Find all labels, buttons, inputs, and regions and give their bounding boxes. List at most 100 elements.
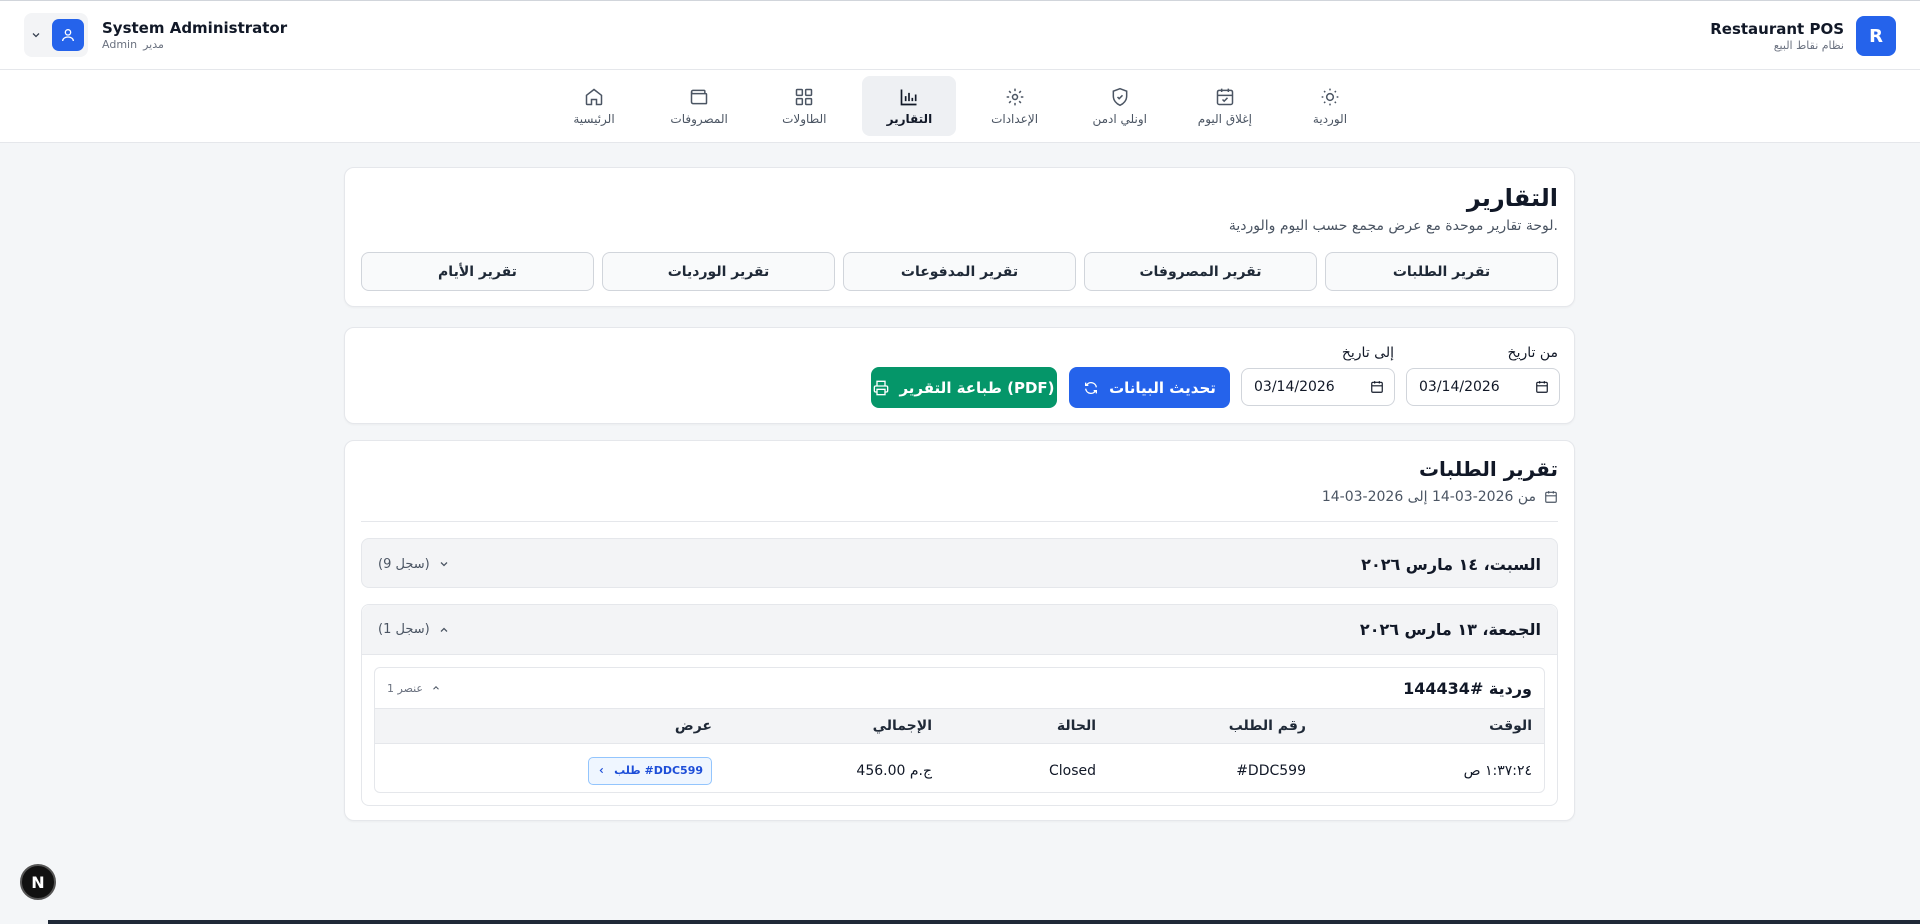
nav-label: اونلي ادمن <box>1092 111 1147 126</box>
view-order-button[interactable]: طلب #DDC599 <box>588 756 712 785</box>
chevron-up-icon <box>440 627 448 632</box>
nav-label: الإعدادات <box>991 111 1039 126</box>
nav-item-tables[interactable]: الطاولات <box>757 76 851 136</box>
cell-time: ١:٣٧:٢٤ ص <box>1463 762 1532 779</box>
nav-label: الطاولات <box>782 111 827 126</box>
nav-label: المصروفات <box>670 111 728 126</box>
dev-tools-badge[interactable]: N <box>20 864 56 900</box>
chevron-down-icon <box>32 33 40 38</box>
refresh-data-button[interactable]: تحديث البيانات <box>1069 367 1230 408</box>
shift-header[interactable]: وردية #144434 1 عنصر <box>375 668 1544 708</box>
gear-icon <box>1006 88 1023 105</box>
user-name: System Administrator <box>102 19 288 37</box>
day-count-text: (9 سجل) <box>378 556 430 572</box>
shield-check-icon <box>1112 87 1128 106</box>
to-date-value: 03/14/2026 <box>1254 379 1335 395</box>
day-count-text: (1 سجل) <box>378 622 430 637</box>
filters-card: من تاريخ 03/14/2026 إلى تاريخ 03/14/2026… <box>344 327 1575 424</box>
from-date-label: من تاريخ <box>1507 345 1558 361</box>
tab-orders-report[interactable]: تقرير الطلبات <box>1325 252 1558 291</box>
nav-label: الوردية <box>1312 111 1348 126</box>
col-order-number: رقم الطلب <box>1228 718 1306 734</box>
brand-text: Restaurant POS نظام نقاط البيع <box>1710 19 1844 53</box>
view-order-label: طلب #DDC599 <box>614 764 703 777</box>
report-tabs: تقرير الطلبات تقرير المصروفات تقرير المد… <box>361 252 1558 291</box>
col-view: عرض <box>674 718 712 734</box>
sun-icon <box>1321 88 1339 105</box>
brand-subtitle: نظام نقاط البيع <box>1773 39 1844 52</box>
from-date-value: 03/14/2026 <box>1419 379 1500 395</box>
report-range: من 2026-03-14 إلى 2026-03-14 <box>1322 489 1558 505</box>
calendar-check-icon <box>1216 88 1234 105</box>
nav-label: الرئيسية <box>573 111 615 126</box>
table-header: الوقت رقم الطلب الحالة الإجمالي عرض <box>375 708 1544 744</box>
user-menu-button[interactable] <box>24 13 88 57</box>
cell-status: Closed <box>1048 762 1096 779</box>
day-count: (9 سجل) <box>378 557 450 572</box>
from-date-input[interactable]: 03/14/2026 <box>1406 368 1560 406</box>
nav-label: التقارير <box>886 111 933 126</box>
brand-name: Restaurant POS <box>1710 20 1844 38</box>
refresh-label: تحديث البيانات <box>1109 378 1216 397</box>
nav-item-admin-only[interactable]: اونلي ادمن <box>1073 76 1167 136</box>
day-group[interactable]: السبت، ١٤ مارس ٢٠٢٦ (9 سجل) <box>361 538 1558 588</box>
page-title: التقارير <box>1466 184 1558 212</box>
tab-payments-report[interactable]: تقرير المدفوعات <box>843 252 1076 291</box>
home-icon <box>585 88 603 105</box>
chevron-left-icon <box>599 767 604 774</box>
nav-item-home[interactable]: الرئيسية <box>547 76 641 136</box>
user-menu[interactable]: System Administrator Admin مدير <box>24 13 287 57</box>
chevron-up-icon <box>433 686 439 690</box>
tab-shifts-report[interactable]: تقرير الورديات <box>602 252 835 291</box>
user-role-en: Admin <box>102 38 138 51</box>
shift-group: وردية #144434 1 عنصر الوقت رقم الطلب الح… <box>374 667 1545 793</box>
user-info: System Administrator Admin مدير <box>102 18 287 52</box>
top-bar: Restaurant POS نظام نقاط البيع R System … <box>0 0 1920 70</box>
day-count: (1 سجل) <box>378 622 450 637</box>
to-date-input[interactable]: 03/14/2026 <box>1241 368 1395 406</box>
page-subtitle: لوحة تقارير موحدة مع عرض مجمع حسب اليوم … <box>1228 218 1558 234</box>
divider <box>361 521 1558 522</box>
day-group-header[interactable]: الجمعة، ١٣ مارس ٢٠٢٦ (1 سجل) <box>362 605 1557 655</box>
nav-item-settings[interactable]: الإعدادات <box>968 76 1062 136</box>
main-nav: الوردية إغلاق اليوم اونلي ادمن الإعدادات… <box>0 70 1920 143</box>
nav-item-reports[interactable]: التقارير <box>862 76 957 136</box>
nav-item-close-day[interactable]: إغلاق اليوم <box>1178 76 1272 136</box>
brand: Restaurant POS نظام نقاط البيع R <box>1710 16 1896 56</box>
avatar <box>52 19 84 51</box>
print-report-button[interactable]: طباعة التقرير (PDF) <box>871 367 1057 408</box>
tab-expenses-report[interactable]: تقرير المصروفات <box>1084 252 1317 291</box>
wallet-icon <box>690 89 708 104</box>
cell-view: طلب #DDC599 <box>588 748 712 792</box>
user-role: Admin مدير <box>102 38 287 52</box>
refresh-icon <box>1085 381 1098 394</box>
reports-header-card: التقارير لوحة تقارير موحدة مع عرض مجمع ح… <box>344 167 1575 307</box>
col-time: الوقت <box>1489 718 1532 734</box>
calendar-icon <box>1371 381 1383 393</box>
report-title: تقرير الطلبات <box>1418 457 1558 481</box>
shift-count: 1 عنصر <box>387 682 441 695</box>
col-total: الإجمالي <box>872 718 932 734</box>
calendar-icon <box>1545 491 1557 503</box>
day-label: السبت، ١٤ مارس ٢٠٢٦ <box>1361 554 1541 574</box>
orders-report-card: تقرير الطلبات من 2026-03-14 إلى 2026-03-… <box>344 440 1575 821</box>
grid-icon <box>796 88 813 105</box>
bottom-strip <box>48 920 1920 924</box>
day-group-header[interactable]: السبت، ١٤ مارس ٢٠٢٦ (9 سجل) <box>362 539 1557 589</box>
day-label: الجمعة، ١٣ مارس ٢٠٢٦ <box>1359 620 1541 639</box>
tab-days-report[interactable]: تقرير الأيام <box>361 252 594 291</box>
col-status: الحالة <box>1056 718 1096 734</box>
chevron-down-icon <box>440 562 448 567</box>
to-date-label: إلى تاريخ <box>1341 345 1394 361</box>
calendar-icon <box>1536 381 1548 393</box>
shift-count-text: 1 عنصر <box>387 681 423 695</box>
day-group[interactable]: الجمعة، ١٣ مارس ٢٠٢٦ (1 سجل) وردية #1444… <box>361 604 1558 806</box>
user-role-ar: مدير <box>143 38 164 51</box>
cell-order-number: #DDC599 <box>1236 762 1306 779</box>
printer-icon <box>874 380 889 395</box>
brand-logo: R <box>1856 16 1896 56</box>
nav-label: إغلاق اليوم <box>1197 111 1252 126</box>
nav-item-shift[interactable]: الوردية <box>1283 76 1377 136</box>
bar-chart-icon <box>901 89 917 105</box>
nav-item-expenses[interactable]: المصروفات <box>652 76 746 136</box>
